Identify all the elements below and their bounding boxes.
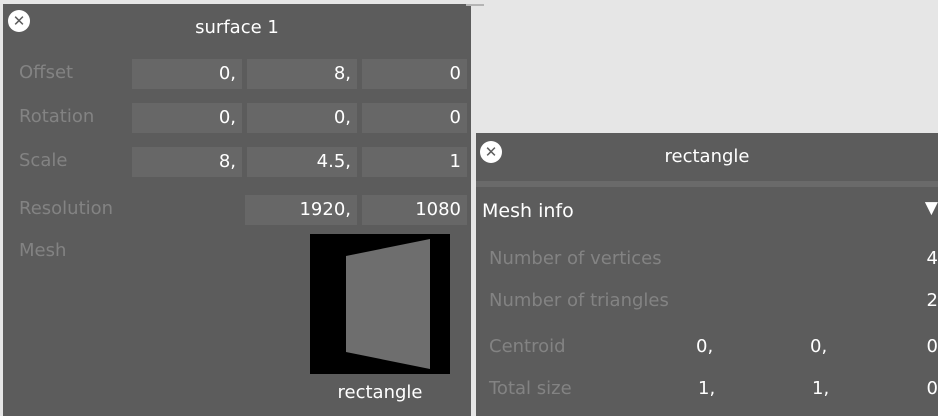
header-divider [476,181,938,187]
mesh-preview-graphic [346,239,430,369]
total-size-z-value: 0 [926,378,938,399]
scrollbar-thumb[interactable] [466,4,484,6]
centroid-z-value: 0 [926,336,938,357]
centroid-label: Centroid [489,336,566,357]
offset-x-field[interactable]: 0, [132,59,242,89]
scale-y-field[interactable]: 4.5, [247,147,357,177]
offset-z-field[interactable]: 0 [362,59,467,89]
panel-title: surface 1 [195,17,279,38]
triangles-value: 2 [926,290,938,311]
scale-label: Scale [19,150,68,171]
panel-title: rectangle [664,146,750,167]
offset-y-field[interactable]: 8, [247,59,357,89]
mesh-label: Mesh [19,240,67,261]
rectangle-panel: ✕ rectangle Mesh info ▼ Number of vertic… [476,133,938,416]
vertices-value: 4 [926,248,938,269]
collapse-arrow-icon[interactable]: ▼ [925,198,938,218]
vertices-label: Number of vertices [489,248,662,269]
rotation-x-field[interactable]: 0, [132,103,242,133]
mesh-info-section-header[interactable]: Mesh info [482,200,574,222]
mesh-preview-thumbnail[interactable] [310,234,450,374]
centroid-y-value: 0, [810,336,828,357]
offset-label: Offset [19,62,74,83]
total-size-x-value: 1, [698,378,716,399]
rotation-z-field[interactable]: 0 [362,103,467,133]
rotation-label: Rotation [19,106,95,127]
triangles-label: Number of triangles [489,290,669,311]
rotation-y-field[interactable]: 0, [247,103,357,133]
resolution-label: Resolution [19,198,114,219]
total-size-y-value: 1, [812,378,830,399]
centroid-x-value: 0, [696,336,714,357]
mesh-name[interactable]: rectangle [310,382,450,403]
scale-z-field[interactable]: 1 [362,147,467,177]
resolution-width-field[interactable]: 1920, [245,195,357,225]
resolution-height-field[interactable]: 1080 [362,195,467,225]
total-size-label: Total size [489,378,572,399]
surface-panel: ✕ surface 1 Offset 0, 8, 0 Rotation 0, 0… [3,4,471,416]
scale-x-field[interactable]: 8, [132,147,242,177]
